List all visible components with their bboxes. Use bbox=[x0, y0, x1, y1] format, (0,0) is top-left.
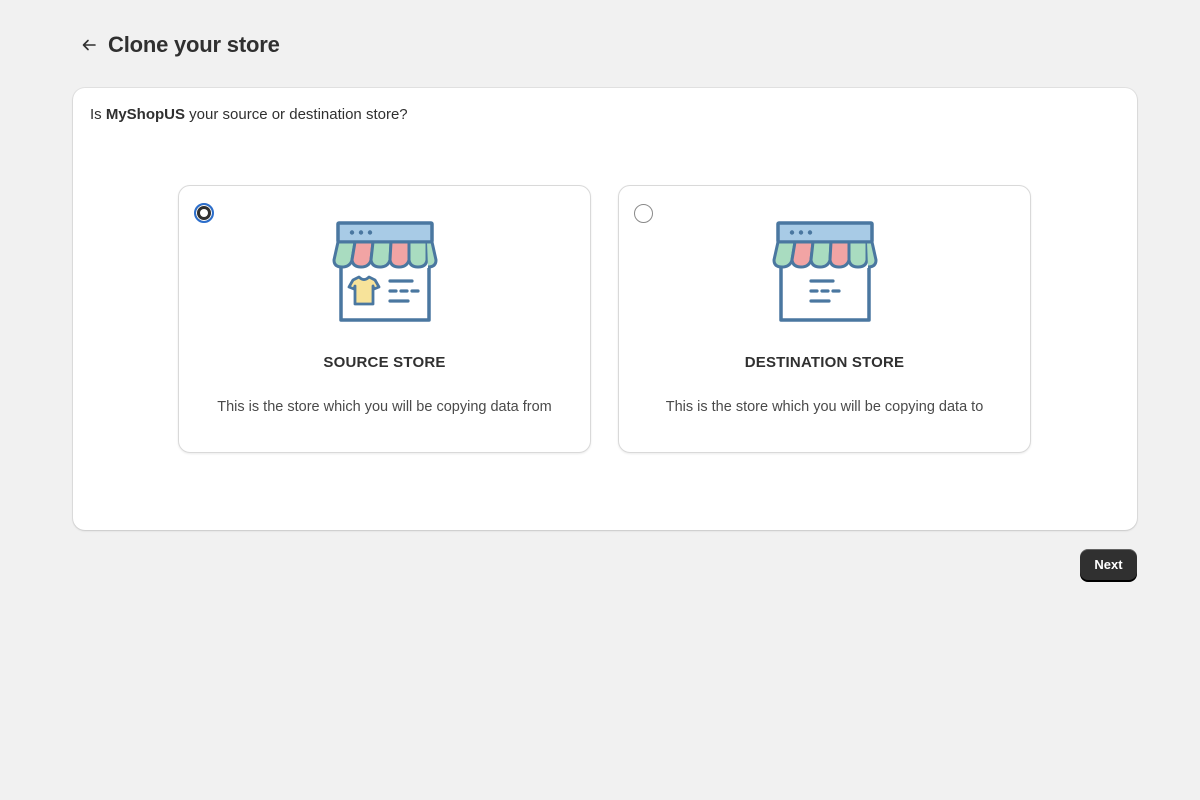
store-name: MyShopUS bbox=[105, 106, 186, 123]
source-store-radio[interactable] bbox=[194, 203, 214, 223]
source-store-title: SOURCE STORE bbox=[323, 354, 446, 371]
page-title: Clone your store bbox=[108, 32, 280, 57]
arrow-left-icon bbox=[82, 39, 96, 51]
destination-store-option[interactable]: DESTINATION STORE This is the store whic… bbox=[618, 185, 1031, 453]
page-header: Clone your store bbox=[78, 28, 280, 62]
store-type-question: Is MyShopUS your source or destination s… bbox=[90, 106, 408, 123]
storefront-with-shirt-icon bbox=[332, 221, 438, 322]
source-store-option[interactable]: SOURCE STORE This is the store which you… bbox=[178, 185, 591, 453]
store-type-card: Is MyShopUS your source or destination s… bbox=[73, 88, 1137, 530]
storefront-icon bbox=[772, 221, 878, 322]
destination-store-radio[interactable] bbox=[634, 204, 653, 223]
back-button[interactable] bbox=[78, 34, 100, 56]
next-button[interactable]: Next bbox=[1080, 549, 1137, 580]
source-store-description: This is the store which you will be copy… bbox=[217, 399, 552, 415]
destination-store-title: DESTINATION STORE bbox=[744, 354, 905, 371]
destination-store-description: This is the store which you will be copy… bbox=[665, 399, 984, 415]
